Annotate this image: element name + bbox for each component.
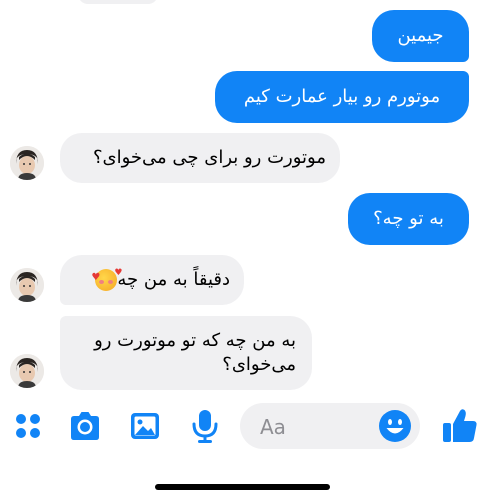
thumbs-up-icon: [443, 409, 477, 442]
avatar-image: [10, 354, 44, 388]
apps-button[interactable]: [10, 408, 46, 444]
message-text: دقیقاً به من چه: [117, 268, 230, 290]
message-text: به تو چه؟: [373, 207, 444, 229]
gallery-icon: [131, 413, 159, 439]
home-indicator[interactable]: [155, 484, 330, 490]
message-text: موتورم رو بیار عمارت کیم: [243, 85, 441, 107]
like-button[interactable]: [440, 406, 480, 446]
avatar-image: [10, 268, 44, 302]
message-bubble-outgoing[interactable]: موتورم رو بیار عمارت کیم: [215, 71, 469, 123]
contact-avatar[interactable]: [10, 146, 44, 180]
message-bubble-incoming[interactable]: موتورت رو برای چی می‌خوای؟: [60, 133, 340, 183]
apps-icon: [16, 414, 40, 438]
gallery-button[interactable]: [127, 408, 163, 444]
message-bubble-outgoing[interactable]: جیمین: [372, 10, 469, 62]
contact-avatar[interactable]: [10, 268, 44, 302]
message-text: به من چه که تو موتورت رو می‌خوای؟: [94, 329, 296, 375]
message-input-container[interactable]: [240, 403, 420, 449]
message-text: موتورت رو برای چی می‌خوای؟: [92, 146, 326, 168]
camera-icon: [71, 412, 99, 440]
microphone-icon: [192, 410, 218, 443]
previous-message-fragment: [78, 0, 158, 4]
message-text: جیمین: [397, 24, 444, 46]
voice-message-button[interactable]: [187, 408, 223, 444]
avatar-image: [10, 146, 44, 180]
smiling-face-with-hearts-icon: ♥ ♥: [91, 268, 122, 291]
emoji-icon: [379, 410, 411, 442]
message-bubble-incoming[interactable]: به من چه که تو موتورت رو می‌خوای؟: [60, 316, 312, 390]
message-bubble-incoming[interactable]: دقیقاً به من چه ♥ ♥: [60, 255, 244, 305]
message-input[interactable]: [258, 411, 372, 443]
camera-button[interactable]: [67, 408, 103, 444]
message-bubble-outgoing[interactable]: به تو چه؟: [348, 193, 469, 245]
messenger-chat-screen: جیمین موتورم رو بیار عمارت کیم موتورت رو…: [0, 0, 488, 500]
message-composer: [0, 398, 488, 458]
emoji-button[interactable]: [378, 409, 412, 443]
contact-avatar[interactable]: [10, 354, 44, 388]
